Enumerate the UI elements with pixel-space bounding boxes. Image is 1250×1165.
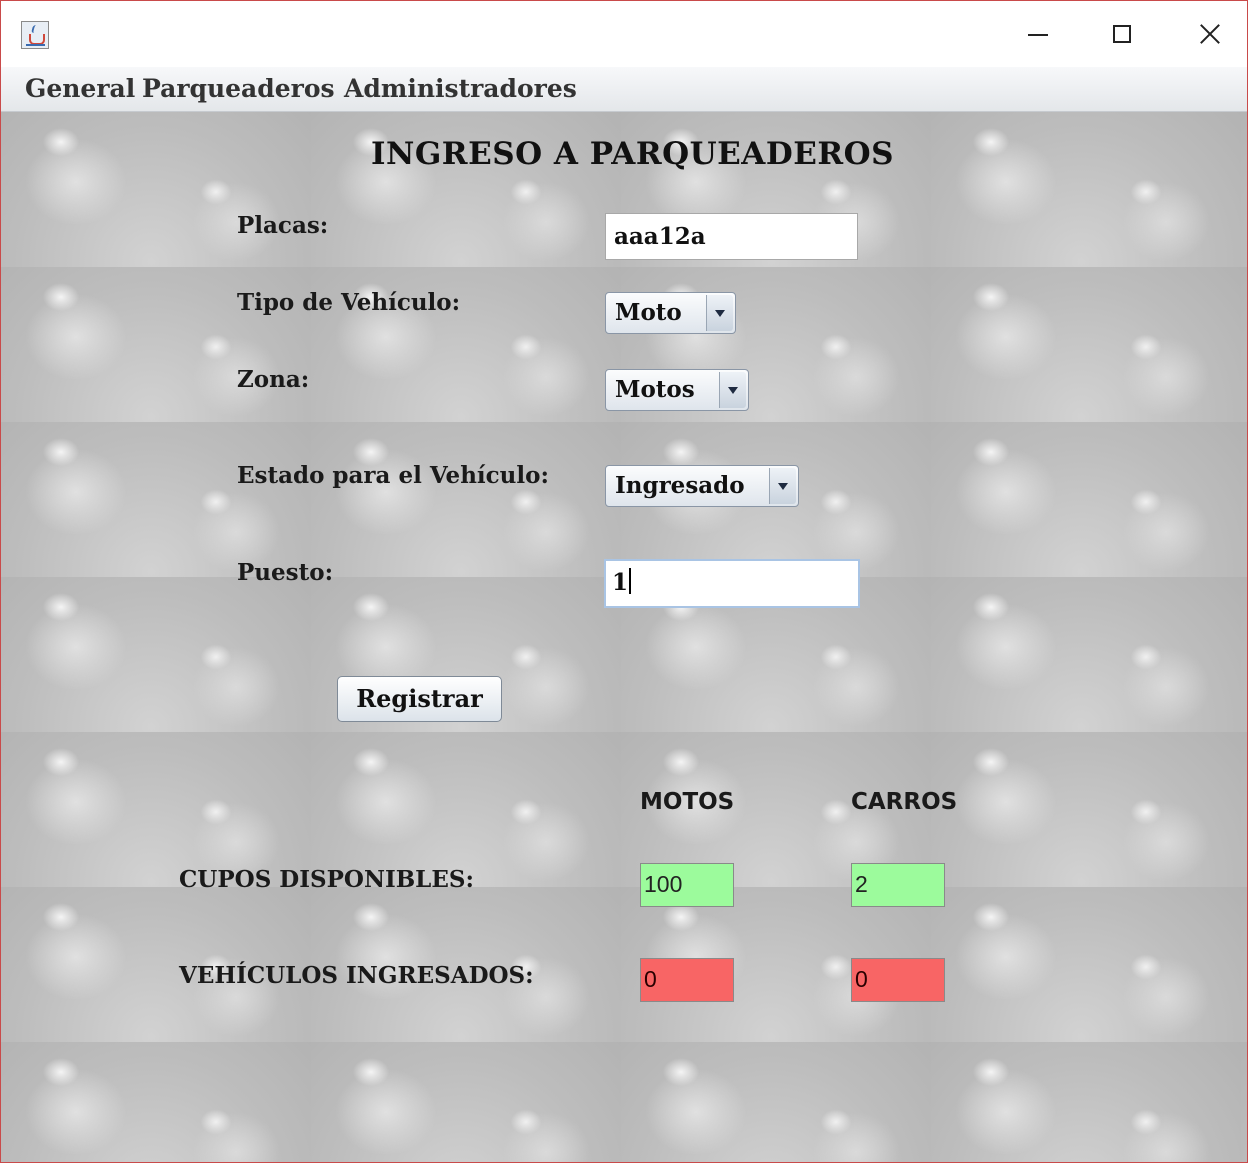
tipo-vehiculo-label: Tipo de Vehículo: — [237, 289, 461, 316]
zona-label: Zona: — [237, 366, 310, 393]
col-motos-header: MOTOS — [640, 789, 735, 815]
tipo-vehiculo-value: Moto — [615, 299, 682, 326]
chevron-down-icon[interactable] — [769, 468, 796, 504]
text-caret — [629, 568, 632, 594]
ingresados-motos-field: 0 — [640, 958, 734, 1002]
tipo-vehiculo-select[interactable]: Moto — [605, 292, 736, 334]
main-panel: INGRESO A PARQUEADEROS Placas: aaa12a Ti… — [1, 112, 1247, 1162]
placas-input[interactable]: aaa12a — [605, 213, 858, 260]
placas-label: Placas: — [237, 212, 329, 239]
maximize-icon[interactable] — [1099, 11, 1149, 57]
estado-value: Ingresado — [615, 472, 745, 499]
menu-general[interactable]: General — [25, 74, 135, 103]
estado-select[interactable]: Ingresado — [605, 465, 799, 507]
page-title: INGRESO A PARQUEADEROS — [371, 136, 894, 172]
vehiculos-ingresados-label: VEHÍCULOS INGRESADOS: — [179, 962, 534, 989]
menu-parqueaderos[interactable]: Parqueaderos — [142, 74, 335, 103]
puesto-input[interactable]: 1 — [604, 559, 860, 608]
registrar-button[interactable]: Registrar — [337, 676, 502, 722]
java-cup-icon — [21, 21, 49, 49]
col-carros-header: CARROS — [851, 789, 958, 815]
chevron-down-icon[interactable] — [719, 372, 746, 408]
minimize-icon[interactable] — [1013, 11, 1063, 57]
menu-administradores[interactable]: Administradores — [344, 74, 577, 103]
chevron-down-icon[interactable] — [706, 295, 733, 331]
cupos-motos-field: 100 — [640, 863, 734, 907]
puesto-value: 1 — [612, 569, 629, 596]
menu-bar: General Parqueaderos Administradores — [1, 67, 1247, 112]
ingresados-carros-field: 0 — [851, 958, 945, 1002]
cupos-disponibles-label: CUPOS DISPONIBLES: — [179, 866, 474, 893]
estado-label: Estado para el Vehículo: — [237, 462, 549, 489]
app-window: General Parqueaderos Administradores ING… — [0, 0, 1248, 1163]
cupos-carros-field: 2 — [851, 863, 945, 907]
close-icon[interactable] — [1185, 11, 1235, 57]
zona-select[interactable]: Motos — [605, 369, 749, 411]
zona-value: Motos — [615, 376, 695, 403]
title-bar[interactable] — [1, 1, 1247, 67]
puesto-label: Puesto: — [237, 559, 334, 586]
